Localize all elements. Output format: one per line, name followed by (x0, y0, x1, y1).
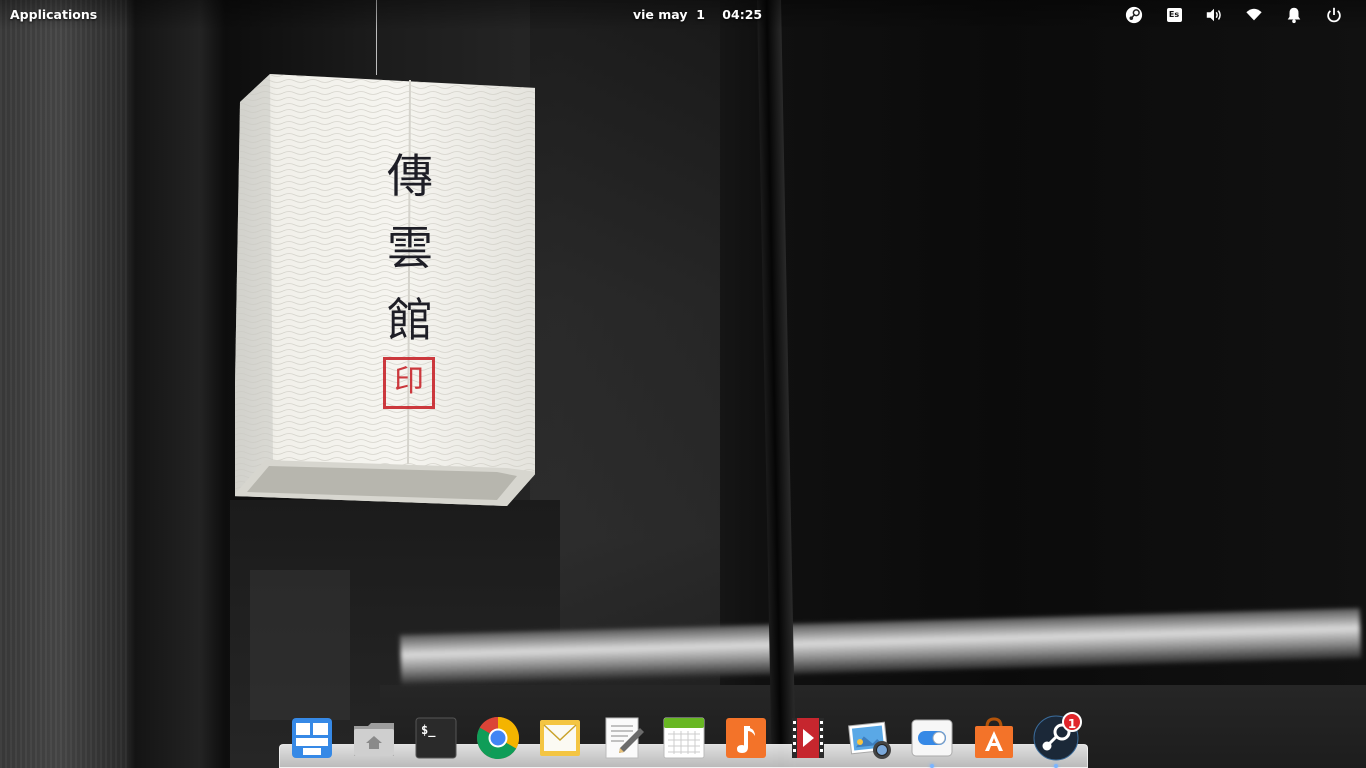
terminal-icon: $_ (415, 717, 457, 759)
desktop-wallpaper: 傳 雲 館 印 (0, 0, 1366, 768)
dock-item-chrome[interactable] (474, 714, 522, 762)
dock-item-multitasking-view[interactable] (288, 714, 336, 762)
lantern-calligraphy: 傳 雲 館 (380, 140, 440, 356)
running-indicator (1054, 764, 1058, 768)
wifi-icon (1246, 8, 1262, 21)
sound-indicator[interactable] (1194, 5, 1234, 25)
date-time-indicator[interactable]: vie may 1 04:25 (633, 7, 762, 22)
dock-item-mail[interactable] (536, 714, 584, 762)
applications-menu-button[interactable]: Applications (10, 7, 97, 22)
dock-item-photos[interactable] (846, 714, 894, 762)
dock-item-calendar[interactable] (660, 714, 708, 762)
dock-item-steam[interactable]: 1 (1032, 712, 1082, 768)
photos-icon (848, 721, 891, 759)
background-box (250, 570, 350, 720)
dock-item-files[interactable] (350, 714, 398, 762)
dock: $_ 1 (288, 712, 1082, 768)
network-indicator[interactable] (1234, 5, 1274, 25)
red-seal-stamp: 印 (383, 357, 435, 409)
indicator-area: Es (1114, 5, 1354, 25)
running-indicator (930, 764, 934, 768)
keyboard-icon: Es (1166, 8, 1182, 22)
dock-item-scratch-text-editor[interactable] (598, 714, 646, 762)
text-editor-icon (605, 717, 644, 759)
top-panel: Applications vie may 1 04:25 Es (0, 0, 1366, 30)
steam-indicator[interactable] (1114, 5, 1154, 25)
dock-item-terminal[interactable]: $_ (412, 714, 460, 762)
terminal-prompt-glyph: $_ (421, 723, 436, 738)
volume-icon (1206, 8, 1221, 22)
bell-icon (1287, 7, 1301, 24)
notifications-indicator[interactable] (1274, 5, 1314, 25)
wooden-wall (0, 0, 130, 768)
folder-home-icon (354, 723, 394, 756)
calligraphy-char-1: 傳 (387, 149, 433, 203)
dock-item-app-center[interactable] (970, 714, 1018, 762)
dock-item-system-settings[interactable] (908, 714, 956, 768)
paper-lantern: 傳 雲 館 印 (233, 72, 537, 506)
calligraphy-char-3: 館 (387, 293, 433, 347)
calligraphy-char-2: 雲 (387, 221, 433, 275)
mail-icon (540, 720, 580, 756)
keyboard-layout-indicator[interactable]: Es (1154, 5, 1194, 25)
power-icon (1327, 7, 1341, 23)
dock-item-videos[interactable] (784, 714, 832, 762)
calendar-icon (663, 717, 705, 759)
steam-icon (1125, 6, 1143, 24)
video-icon (792, 718, 824, 758)
music-note-icon (726, 718, 766, 758)
shopping-bag-icon (975, 717, 1013, 758)
dock-item-music[interactable] (722, 714, 770, 762)
multitasking-icon (292, 718, 332, 758)
session-indicator[interactable] (1314, 5, 1354, 25)
toggle-switch-icon (911, 719, 953, 757)
notification-badge: 1 (1062, 712, 1082, 732)
chrome-icon (476, 717, 520, 760)
